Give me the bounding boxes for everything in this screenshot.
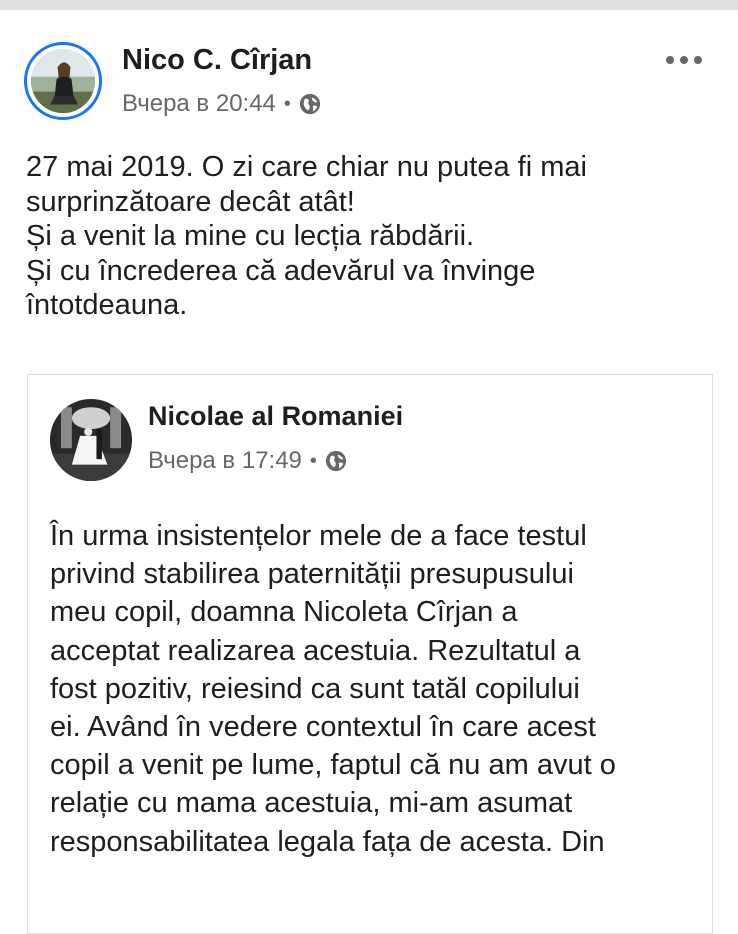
- post-text-line: întotdeauna.: [26, 289, 188, 321]
- shared-text-line: privind stabilirea paternității presupus…: [50, 558, 574, 591]
- post-text-line: Și cu încrederea că adevărul va învinge: [26, 254, 536, 287]
- person-photo-icon: [31, 49, 95, 113]
- meta-separator: •: [283, 93, 291, 115]
- shared-author-name[interactable]: Nicolae al Romaniei: [148, 401, 403, 432]
- author-avatar[interactable]: [24, 42, 102, 120]
- top-divider: [0, 0, 738, 10]
- more-dot: [666, 56, 674, 64]
- post-text-line: 27 mai 2019. O zi care chiar nu putea fi…: [26, 151, 587, 183]
- more-dot: [694, 56, 702, 64]
- shared-post-timestamp[interactable]: Вчера в 17:49: [148, 447, 302, 475]
- shared-post-meta: Вчера в 17:49 •: [148, 447, 347, 475]
- post-body: 27 mai 2019. O zi care chiar nu putea fi…: [26, 150, 716, 323]
- more-dot: [680, 56, 688, 64]
- shared-post-body: În urma insistențelor mele de a face tes…: [50, 517, 710, 861]
- shared-text-line: ei. Având în vedere contextul în care ac…: [50, 711, 596, 744]
- shared-text-line: relație cu mama acestuia, mi-am asumat: [50, 787, 573, 820]
- post-text-line: surprinzătoare decât atât!: [26, 185, 355, 218]
- meta-separator: •: [309, 450, 317, 472]
- globe-icon[interactable]: [325, 450, 347, 472]
- shared-text-line: În urma insistențelor mele de a face tes…: [50, 520, 587, 552]
- more-options-icon[interactable]: [666, 48, 702, 72]
- shared-text-line: fost pozitiv, reiesind ca sunt tatăl cop…: [50, 672, 580, 705]
- author-name[interactable]: Nico C. Cîrjan: [122, 44, 312, 77]
- author-avatar-image: [31, 49, 95, 113]
- dancing-couple-photo-icon: [50, 399, 132, 481]
- shared-text-line: responsabilitatea legala fața de acesta.…: [50, 825, 605, 858]
- globe-icon[interactable]: [299, 93, 321, 115]
- shared-author-avatar[interactable]: [50, 399, 132, 481]
- post-timestamp[interactable]: Вчера в 20:44: [122, 90, 276, 118]
- shared-text-line: meu copil, doamna Nicoleta Cîrjan a: [50, 596, 518, 629]
- post-text-line: Și a venit la mine cu lecția răbdării.: [26, 220, 475, 252]
- facebook-post: Nico C. Cîrjan Вчера в 20:44 • 27 mai 20…: [0, 10, 738, 934]
- shared-post-card[interactable]: Nicolae al Romaniei Вчера в 17:49 • În u…: [27, 374, 713, 934]
- shared-text-line: acceptat realizarea acestuia. Rezultatul…: [50, 634, 581, 667]
- post-meta: Вчера в 20:44 •: [122, 90, 321, 118]
- shared-text-line: copil a venit pe lume, faptul că nu am a…: [50, 749, 616, 782]
